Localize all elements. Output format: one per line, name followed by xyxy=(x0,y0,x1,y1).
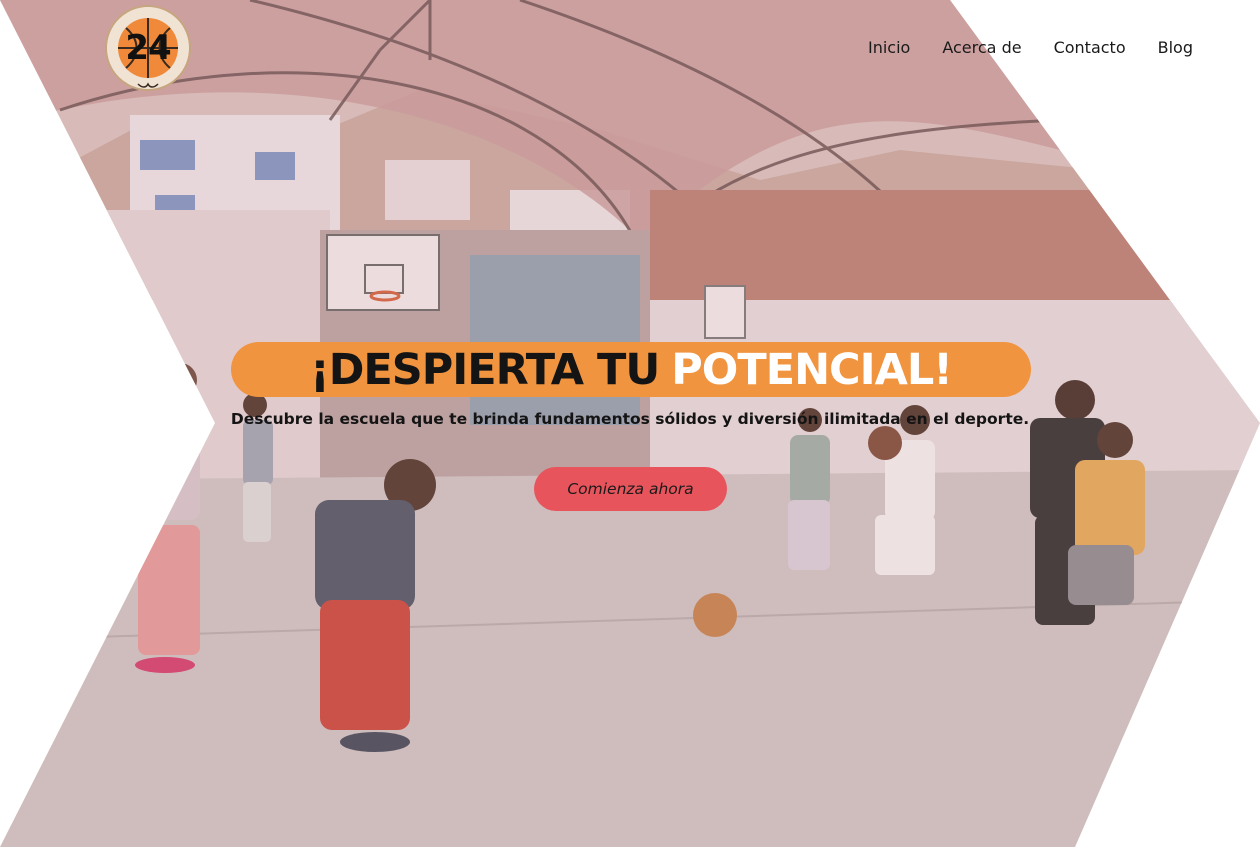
main-nav: Inicio Acerca de Contacto Blog xyxy=(868,38,1193,57)
nav-item-contacto[interactable]: Contacto xyxy=(1054,38,1126,57)
nav-item-blog[interactable]: Blog xyxy=(1158,38,1193,57)
hero-subtitle: Descubre la escuela que te brinda fundam… xyxy=(230,410,1030,428)
nav-item-inicio[interactable]: Inicio xyxy=(868,38,910,57)
cta-button[interactable]: Comienza ahora xyxy=(534,467,727,511)
nav-item-acerca-de[interactable]: Acerca de xyxy=(942,38,1021,57)
logo-number: 24 xyxy=(125,28,171,68)
headline-part1: ¡DESPIERTA TU xyxy=(310,344,660,395)
logo[interactable]: 24 xyxy=(104,4,192,92)
hero-headline: ¡DESPIERTA TU POTENCIAL! xyxy=(231,342,1031,397)
headline-part2: POTENCIAL! xyxy=(671,344,953,395)
